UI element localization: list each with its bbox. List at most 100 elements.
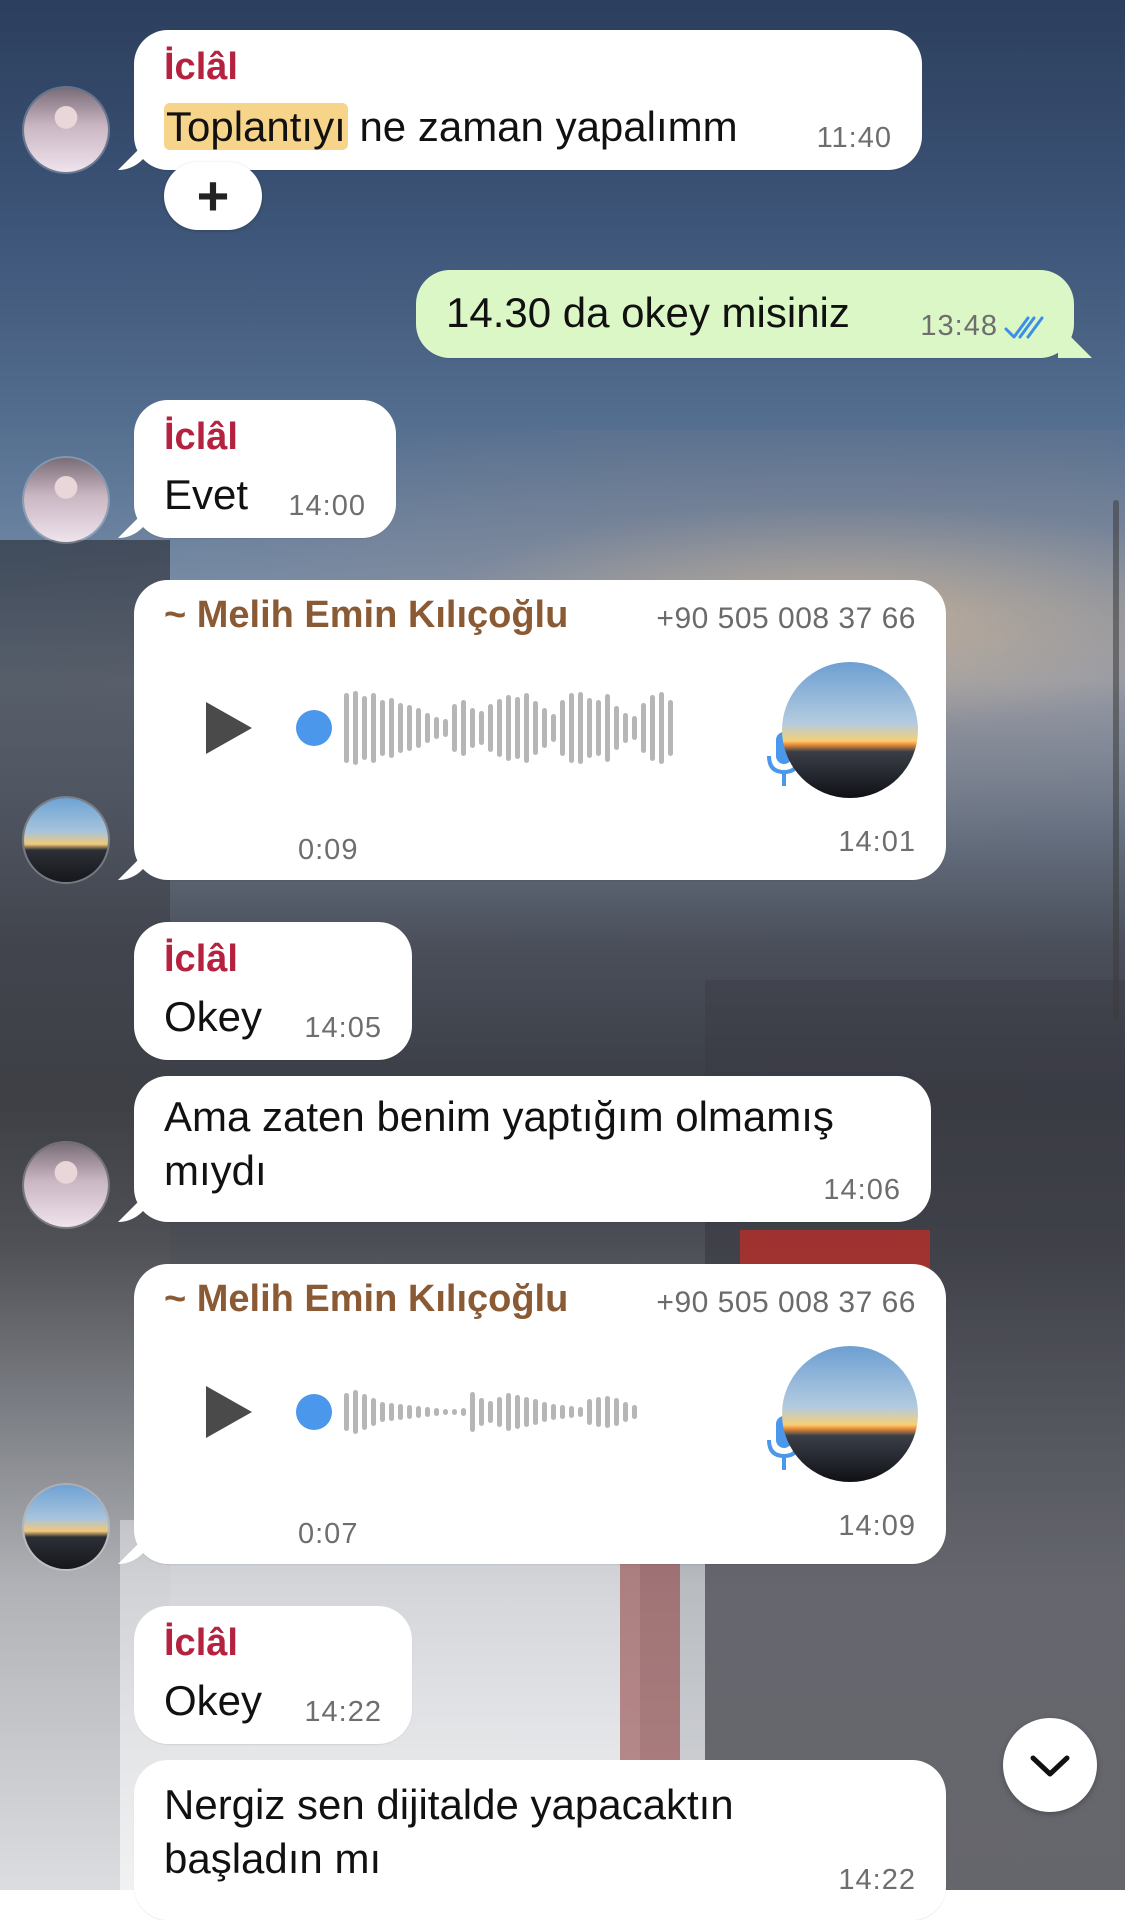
message-bubble[interactable]: İclâl Okey 14:05 xyxy=(134,922,412,1060)
avatar[interactable] xyxy=(24,88,108,172)
message-time: 14:22 xyxy=(304,1696,382,1728)
sender-name: İclâl xyxy=(164,938,238,980)
message-text: 14.30 da okey misiniz xyxy=(446,289,850,336)
voice-message-bubble[interactable]: ~ Melih Emin Kılıçoğlu +90 505 008 37 66… xyxy=(118,580,946,880)
message-bubble[interactable]: Ama zaten benim yaptığım olmamış mıydı 1… xyxy=(118,1076,931,1222)
waveform-bar xyxy=(524,1397,529,1427)
waveform-bar xyxy=(380,1402,385,1422)
chevron-down-icon xyxy=(1030,1755,1070,1777)
waveform-bar xyxy=(488,1401,493,1423)
waveform-bar xyxy=(551,714,556,742)
avatar[interactable] xyxy=(24,1485,108,1569)
waveform-bar xyxy=(470,1392,475,1432)
waveform-bar xyxy=(605,1396,610,1428)
waveform-bar xyxy=(542,1402,547,1422)
play-icon[interactable] xyxy=(206,702,252,754)
waveform-bar xyxy=(353,691,358,765)
message-text: Okey xyxy=(164,1677,263,1724)
waveform-bar xyxy=(371,693,376,763)
waveform-bar xyxy=(488,704,493,752)
waveform-bar xyxy=(362,1394,367,1430)
waveform-bar xyxy=(659,692,664,764)
waveform-bar xyxy=(569,1406,574,1418)
message-text: Okey xyxy=(164,993,263,1040)
scroll-to-bottom-button[interactable] xyxy=(1003,1718,1097,1812)
sender-phone: +90 505 008 37 66 xyxy=(656,602,916,635)
waveform-bar xyxy=(497,1397,502,1427)
sender-name: İclâl xyxy=(164,1622,238,1664)
waveform-bar xyxy=(632,716,637,740)
waveform-bar xyxy=(479,711,484,745)
voice-waveform[interactable] xyxy=(296,1372,637,1452)
voice-waveform[interactable] xyxy=(296,688,673,768)
message-bubble[interactable]: Nergiz sen dijitalde yapacaktın başladın… xyxy=(134,1760,946,1920)
waveform-bar xyxy=(668,700,673,756)
add-reaction-button[interactable]: + xyxy=(164,162,262,230)
voice-message-bubble[interactable]: ~ Melih Emin Kılıçoğlu +90 505 008 37 66… xyxy=(118,1264,946,1564)
voice-duration: 0:07 xyxy=(298,1518,359,1550)
voice-sender-avatar xyxy=(782,1346,918,1482)
scrollbar[interactable] xyxy=(1113,500,1119,1020)
message-bubble[interactable]: İclâl Evet 14:00 xyxy=(118,400,396,538)
avatar[interactable] xyxy=(24,458,108,542)
playback-position-handle[interactable] xyxy=(296,710,332,746)
message-text: Toplantıyı ne zaman yapalımm xyxy=(164,100,738,154)
waveform-bar xyxy=(524,693,529,763)
message-time: 14:06 xyxy=(823,1174,901,1206)
plus-icon: + xyxy=(196,164,230,227)
waveform-bar xyxy=(560,1405,565,1419)
waveform-bar xyxy=(515,697,520,759)
message-text: Nergiz sen dijitalde yapacaktın başladın… xyxy=(164,1781,734,1882)
waveform-bar xyxy=(587,698,592,758)
message-time: 14:22 xyxy=(838,1864,916,1896)
sender-name: ~ Melih Emin Kılıçoğlu xyxy=(164,1278,569,1320)
waveform-bar xyxy=(452,1409,457,1415)
waveform-bar xyxy=(587,1399,592,1425)
waveform-bar xyxy=(416,708,421,748)
avatar[interactable] xyxy=(24,798,108,882)
waveform-bar xyxy=(533,1399,538,1425)
waveform-bar xyxy=(560,700,565,756)
waveform-bar xyxy=(497,699,502,757)
waveform-bar xyxy=(389,698,394,758)
waveform-bar xyxy=(605,694,610,762)
waveform-bar xyxy=(614,706,619,750)
sender-name: İclâl xyxy=(164,46,238,88)
message-time: 14:01 xyxy=(838,826,916,858)
waveform-bar xyxy=(632,1405,637,1419)
waveform-bar xyxy=(344,693,349,763)
waveform-bar xyxy=(506,1393,511,1431)
message-text-rest: ne zaman yapalımm xyxy=(347,103,738,150)
message-time: 14:05 xyxy=(304,1012,382,1044)
avatar[interactable] xyxy=(24,1143,108,1227)
playback-position-handle[interactable] xyxy=(296,1394,332,1430)
waveform-bar xyxy=(362,696,367,760)
message-time: 14:00 xyxy=(288,490,366,522)
waveform-bar xyxy=(533,701,538,755)
waveform-bar xyxy=(641,703,646,753)
waveform-bar xyxy=(425,1407,430,1417)
waveform-bar xyxy=(434,1408,439,1416)
voice-duration: 0:09 xyxy=(298,834,359,866)
waveform-bar xyxy=(371,1398,376,1426)
waveform-bar xyxy=(569,693,574,763)
waveform-bar xyxy=(380,700,385,756)
waveform-bar xyxy=(578,692,583,764)
sender-phone: +90 505 008 37 66 xyxy=(656,1286,916,1319)
play-icon[interactable] xyxy=(206,1386,252,1438)
waveform-bar xyxy=(407,705,412,751)
double-check-icon xyxy=(1004,316,1044,339)
waveform-bar xyxy=(596,1397,601,1427)
waveform-bar xyxy=(596,700,601,756)
message-bubble[interactable]: İclâl Okey 14:22 xyxy=(134,1606,412,1744)
sender-name: İclâl xyxy=(164,416,238,458)
waveform-bar xyxy=(461,1408,466,1416)
message-text: Evet xyxy=(164,471,249,518)
waveform-bar xyxy=(542,708,547,748)
waveform-bar xyxy=(551,1404,556,1420)
waveform-bar xyxy=(407,1405,412,1419)
message-bubble[interactable]: İclâl Toplantıyı ne zaman yapalımm 11:40 xyxy=(118,30,922,170)
message-bubble-outgoing[interactable]: 14.30 da okey misiniz 13:48 xyxy=(416,270,1092,358)
message-time: 14:09 xyxy=(838,1510,916,1542)
message-text: Ama zaten benim yaptığım olmamış mıydı xyxy=(164,1093,834,1194)
